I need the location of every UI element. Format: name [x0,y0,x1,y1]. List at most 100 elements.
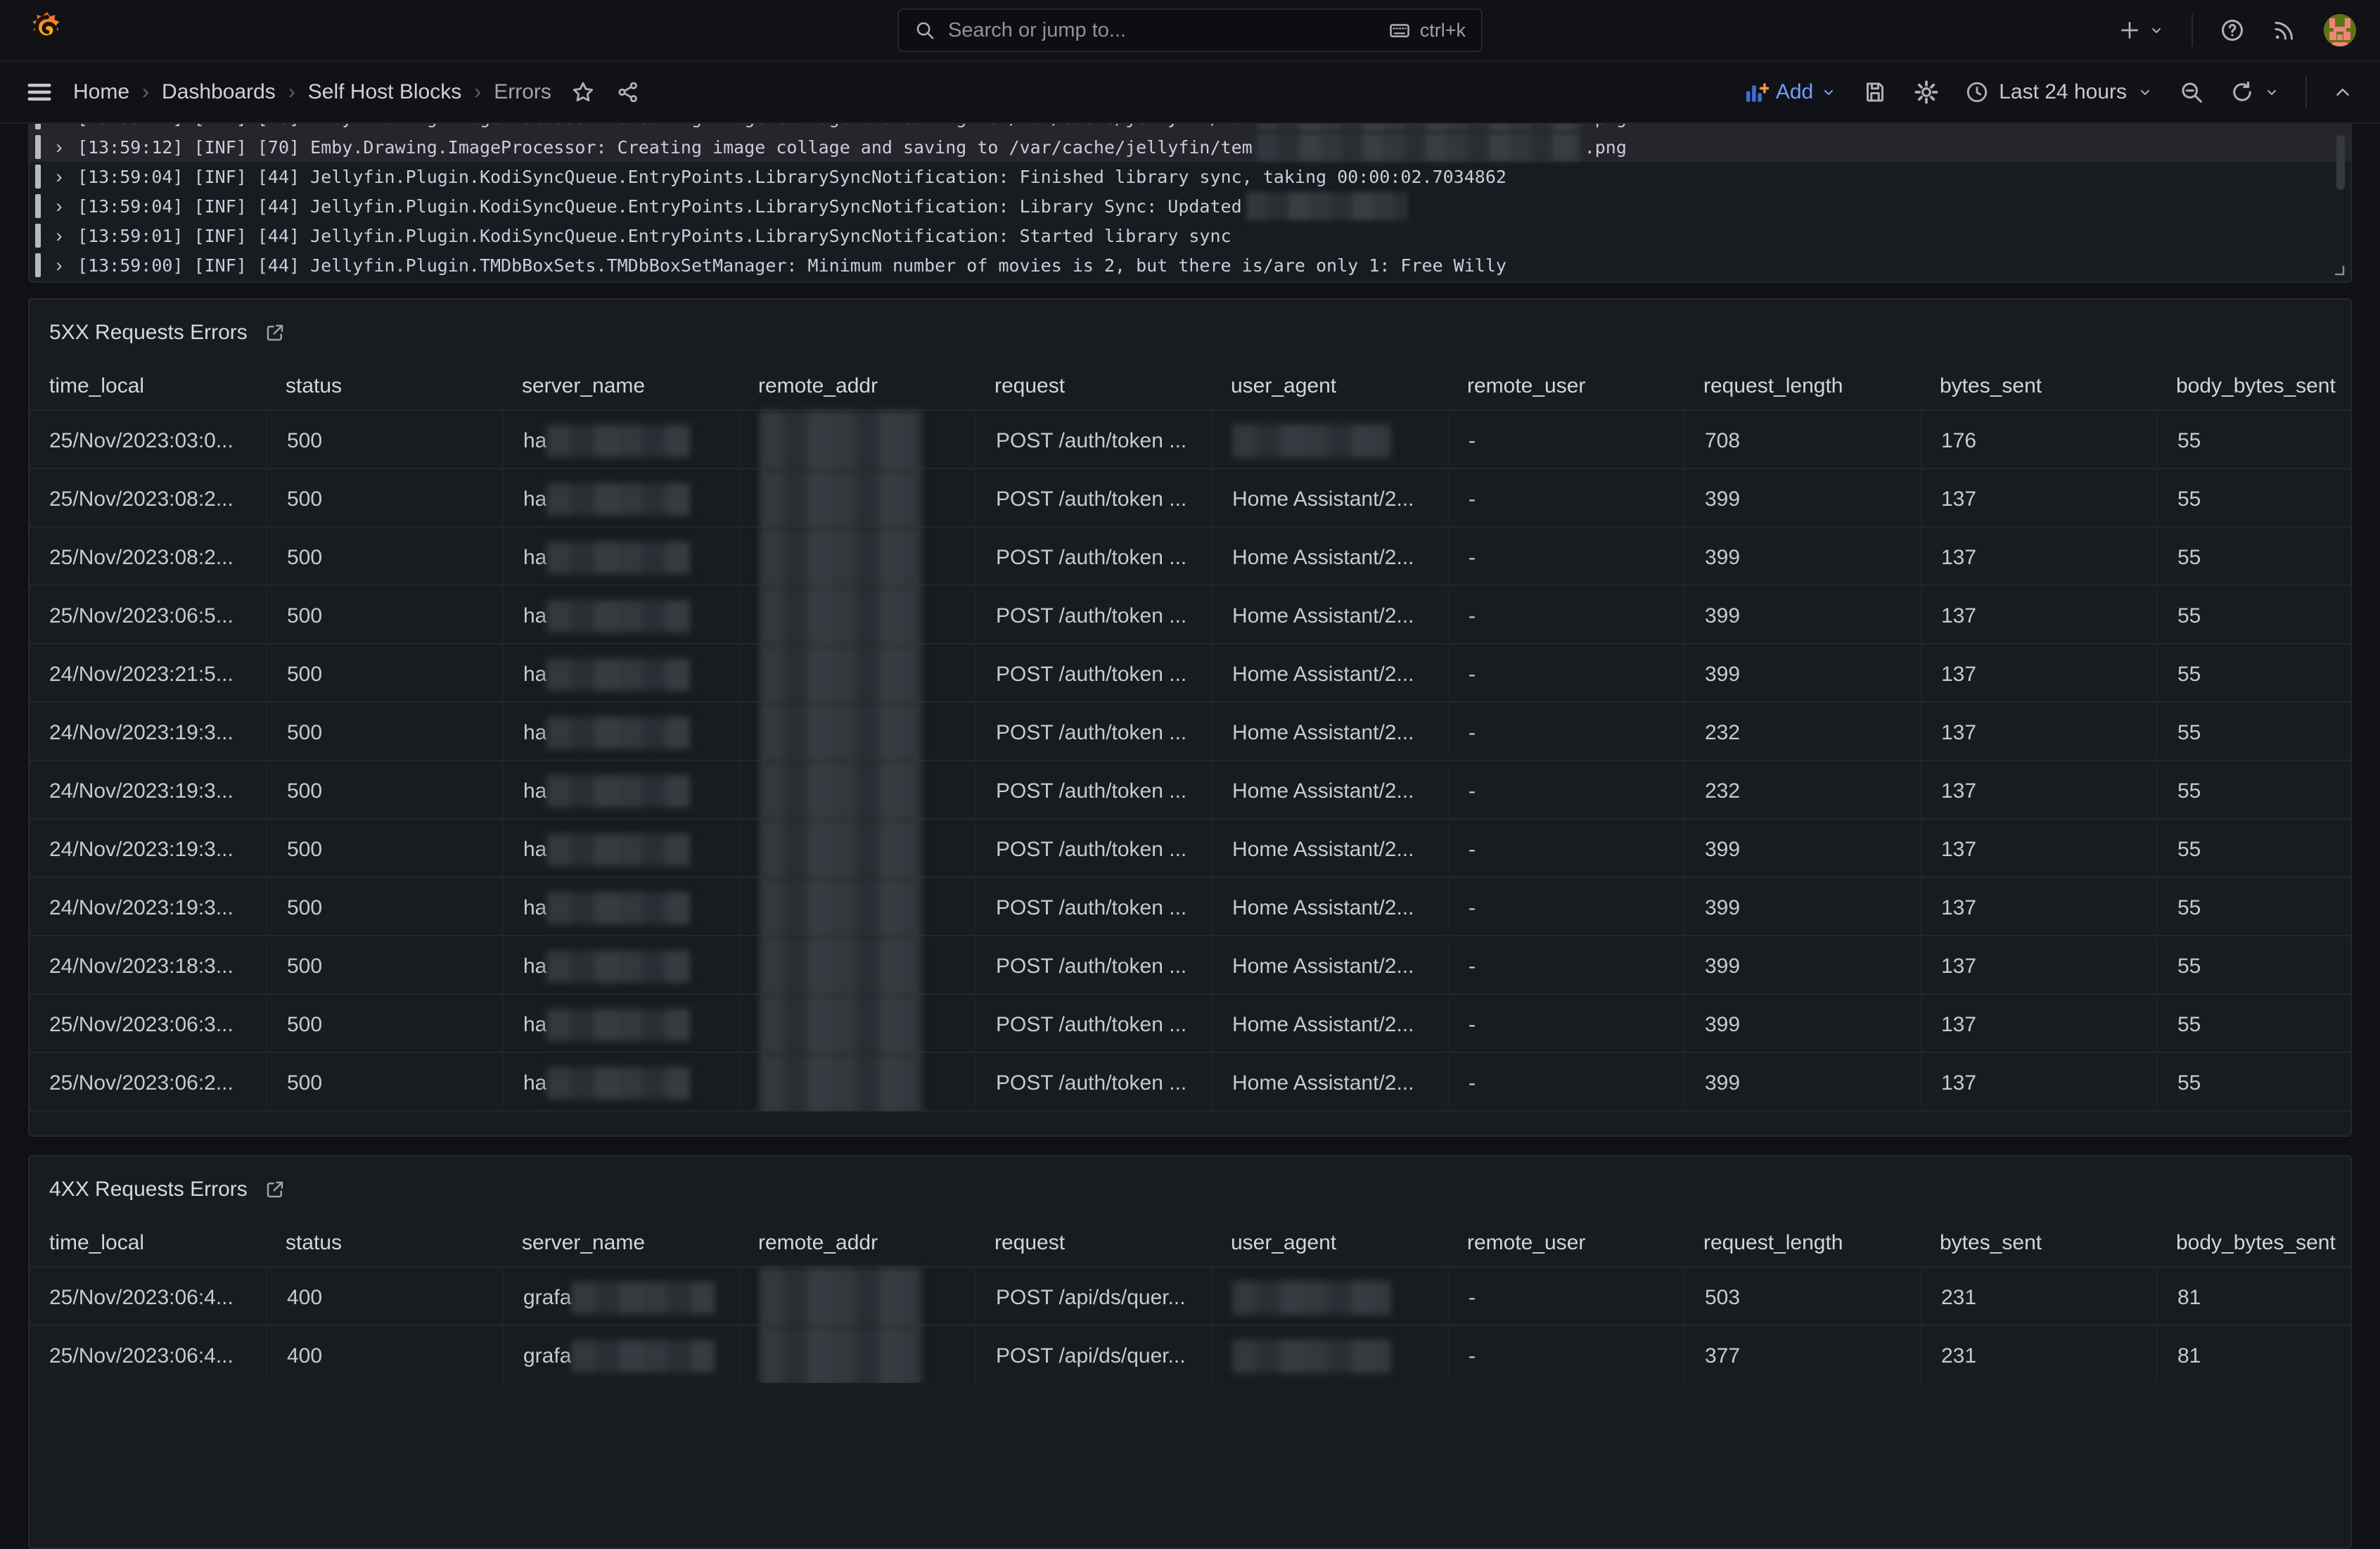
cell-request: POST /auth/token ... [975,411,1211,471]
cell-server_name: ha [502,1053,738,1111]
external-link-icon[interactable] [264,1179,286,1200]
cell-request: POST /auth/token ... [975,878,1211,938]
redacted-server_name [546,658,690,691]
save-dashboard-icon[interactable] [1862,79,1888,105]
redacted-remote_addr [760,1268,921,1328]
column-header-status[interactable]: status [266,1220,502,1266]
breadcrumb-dashboards[interactable]: Dashboards [162,80,276,104]
column-header-remote_user[interactable]: remote_user [1447,363,1684,409]
cell-time_local: 24/Nov/2023:19:3... [30,878,266,938]
panel-resize-handle[interactable] [2329,260,2345,276]
favorite-star-icon[interactable] [571,80,595,104]
menu-toggle-icon[interactable] [27,82,52,103]
cell-remote_addr [738,1053,975,1111]
column-header-request_length[interactable]: request_length [1684,1220,1920,1266]
clipped-log-row: ›[13:59:12] [INF] [70] Emby.Drawing.Imag… [30,124,2350,132]
cell-request: POST /api/ds/quer... [975,1326,1211,1383]
dashboard-settings-icon[interactable] [1913,79,1940,106]
zoom-out-icon[interactable] [2179,79,2204,105]
redacted-server_name [571,1340,715,1372]
cell-server_name: ha [502,528,738,588]
column-header-server_name[interactable]: server_name [502,1220,738,1266]
cell-remote_addr [738,1326,975,1383]
logs-scrollbar-thumb[interactable] [2336,135,2345,190]
cell-server_name: ha [502,761,738,822]
column-header-user_agent[interactable]: user_agent [1211,1220,1447,1266]
log-expand-chevron[interactable]: › [51,124,68,127]
time-range-picker[interactable]: Last 24 hours [1965,80,2154,104]
redacted-server_name [546,425,690,457]
log-expand-chevron[interactable]: › [51,227,68,246]
log-expand-chevron[interactable]: › [51,197,68,216]
cell-user_agent: Home Assistant/2... [1211,1053,1447,1111]
cell-remote_user: - [1447,761,1684,822]
log-line-text: [13:59:04] [INF] [44] Jellyfin.Plugin.Ko… [77,192,1412,220]
column-header-status[interactable]: status [266,363,502,409]
column-header-request[interactable]: request [975,1220,1211,1266]
new-button[interactable] [2118,19,2165,42]
log-row: ›[13:59:12] [INF] [70] Emby.Drawing.Imag… [30,124,2350,132]
cell-server_name: grafa [502,1268,738,1328]
column-header-body_bytes_sent[interactable]: body_bytes_sent [2156,363,2350,409]
column-header-time_local[interactable]: time_local [30,363,266,409]
collapse-toolbar-icon[interactable] [2332,82,2353,103]
column-header-user_agent[interactable]: user_agent [1211,363,1447,409]
column-header-server_name[interactable]: server_name [502,363,738,409]
panel-title[interactable]: 5XX Requests Errors [49,321,248,345]
column-header-request_length[interactable]: request_length [1684,363,1920,409]
column-header-bytes_sent[interactable]: bytes_sent [1920,363,2156,409]
column-header-bytes_sent[interactable]: bytes_sent [1920,1220,2156,1266]
cell-body_bytes_sent: 55 [2156,586,2350,646]
refresh-button[interactable] [2229,79,2280,105]
share-icon[interactable] [616,80,640,104]
cell-status: 500 [266,469,502,530]
cell-time_local: 25/Nov/2023:06:2... [30,1053,266,1111]
cell-remote_user: - [1447,703,1684,763]
table-row: 25/Nov/2023:06:3...500haPOST /auth/token… [30,993,2350,1052]
cell-user_agent: Home Assistant/2... [1211,469,1447,530]
redacted-server_name [546,892,690,924]
column-header-request[interactable]: request [975,363,1211,409]
cell-body_bytes_sent: 81 [2156,1268,2350,1328]
redacted-remote_addr [760,1326,921,1383]
cell-body_bytes_sent: 55 [2156,411,2350,471]
external-link-icon[interactable] [264,322,286,343]
column-header-remote_addr[interactable]: remote_addr [738,1220,975,1266]
breadcrumb-folder[interactable]: Self Host Blocks [308,80,461,104]
log-expand-chevron[interactable]: › [51,256,68,275]
column-header-remote_addr[interactable]: remote_addr [738,363,975,409]
cell-bytes_sent: 137 [1920,820,2156,880]
avatar[interactable] [2324,14,2356,46]
panel-title[interactable]: 4XX Requests Errors [49,1178,248,1201]
search-input[interactable] [947,18,1376,43]
cell-request_length: 503 [1684,1268,1920,1328]
cell-time_local: 25/Nov/2023:03:0... [30,411,266,471]
cell-bytes_sent: 176 [1920,411,2156,471]
table-row: 25/Nov/2023:06:4...400grafaPOST /api/ds/… [30,1266,2350,1325]
redacted-server_name [546,542,690,574]
cell-user_agent [1211,1268,1447,1328]
topbar-divider [2192,14,2193,46]
breadcrumb-home[interactable]: Home [73,80,129,104]
cell-user_agent: Home Assistant/2... [1211,644,1447,705]
cell-time_local: 24/Nov/2023:19:3... [30,820,266,880]
news-icon[interactable] [2272,18,2297,43]
cell-server_name: ha [502,411,738,471]
grafana-logo[interactable] [24,7,70,53]
column-header-time_local[interactable]: time_local [30,1220,266,1266]
search-bar[interactable]: ctrl+k [897,8,1483,52]
log-expand-chevron[interactable]: › [51,138,68,157]
log-row: ›[13:59:12] [INF] [70] Emby.Drawing.Imag… [30,132,2350,162]
redacted-remote_addr [760,761,921,822]
add-button[interactable]: Add [1745,80,1837,104]
column-header-body_bytes_sent[interactable]: body_bytes_sent [2156,1220,2350,1266]
redacted-server_name [546,1009,690,1041]
log-expand-chevron[interactable]: › [51,167,68,186]
cell-bytes_sent: 137 [1920,644,2156,705]
cell-body_bytes_sent: 55 [2156,936,2350,997]
redacted-server_name [546,775,690,808]
column-header-remote_user[interactable]: remote_user [1447,1220,1684,1266]
help-icon[interactable] [2220,18,2245,43]
cell-body_bytes_sent: 55 [2156,1053,2350,1111]
cell-bytes_sent: 137 [1920,936,2156,997]
